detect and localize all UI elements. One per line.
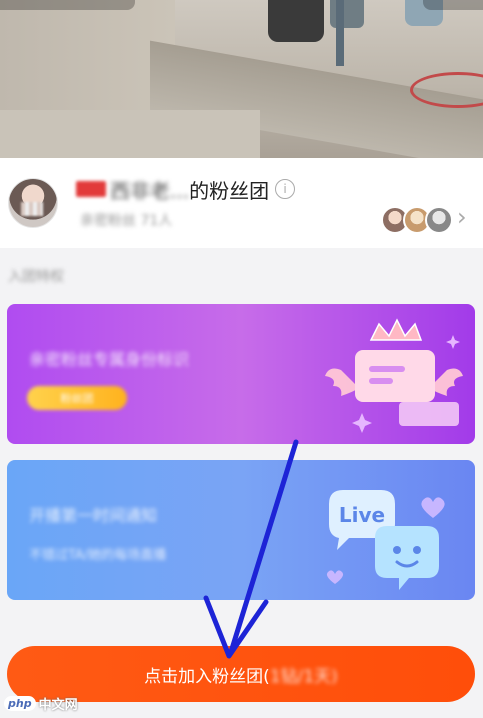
crown-badge-icon <box>325 318 463 433</box>
fan-badge-pill-label: 粉丝团 <box>60 392 94 405</box>
benefit-card-identity: 亲密粉丝专属身份标识 粉丝团 <box>7 304 475 444</box>
id-card-line <box>369 378 393 384</box>
heart-icon <box>421 497 445 518</box>
sparkle-icon <box>352 413 372 433</box>
video-overlay-badge-left <box>0 0 135 10</box>
avatar-mosaic <box>21 202 43 216</box>
heart-icon <box>326 570 344 584</box>
fan-club-sheet: 西非老... 的粉丝团 i 亲密粉丝 71人 › 入团特权 亲密粉丝专属身份标识… <box>0 158 483 718</box>
fan-badge-pill: 粉丝团 <box>27 386 127 410</box>
video-overlay-badge-right <box>423 0 483 10</box>
info-icon[interactable]: i <box>275 179 296 199</box>
watermark-zh: 中文网 <box>38 698 78 713</box>
member-avatars[interactable] <box>381 206 453 234</box>
redacted-name-block <box>76 181 106 197</box>
watermark-php: php <box>4 696 36 711</box>
fan-club-title-name: 西非老... <box>110 178 190 203</box>
fan-club-title-suffix: 的粉丝团 <box>189 178 270 203</box>
smile-bubble-shape <box>375 526 439 590</box>
video-scene-bucket <box>268 0 324 42</box>
live-chat-icon: Live <box>326 490 445 590</box>
watermark: php 中文网 <box>4 694 78 713</box>
id-card-line <box>369 366 405 372</box>
join-button-label: 点击加入粉丝团( <box>144 666 270 687</box>
live-bubble-label: Live <box>339 503 385 527</box>
video-scene-pipe <box>336 0 344 66</box>
fan-club-header: 西非老... 的粉丝团 i 亲密粉丝 71人 › <box>0 158 483 248</box>
section-label: 入团特权 <box>8 269 64 285</box>
sparkle-icon <box>446 335 460 349</box>
id-card-back-shape <box>399 402 459 426</box>
benefit-subtitle: 不错过TA/她的每场直播 <box>29 548 167 563</box>
video-preview[interactable] <box>0 0 483 158</box>
benefit-card-live-notify: 开播第一时间通知 不错过TA/她的每场直播 Live <box>7 460 475 600</box>
crown-icon <box>369 318 423 341</box>
smile-eye <box>413 546 421 554</box>
video-scene-step <box>0 110 260 158</box>
benefit-title: 亲密粉丝专属身份标识 <box>29 350 190 369</box>
wing-left-shape <box>325 368 359 396</box>
fan-club-title: 西非老... 的粉丝团 i <box>76 174 296 204</box>
benefit-title: 开播第一时间通知 <box>29 506 158 525</box>
chevron-right-icon[interactable]: › <box>457 205 479 230</box>
smile-eye <box>393 546 401 554</box>
id-card-shape <box>355 350 435 402</box>
fan-count: 亲密粉丝 71人 <box>80 213 173 229</box>
member-avatar <box>425 206 453 234</box>
join-button-price: 1钻/1天) <box>269 666 338 687</box>
